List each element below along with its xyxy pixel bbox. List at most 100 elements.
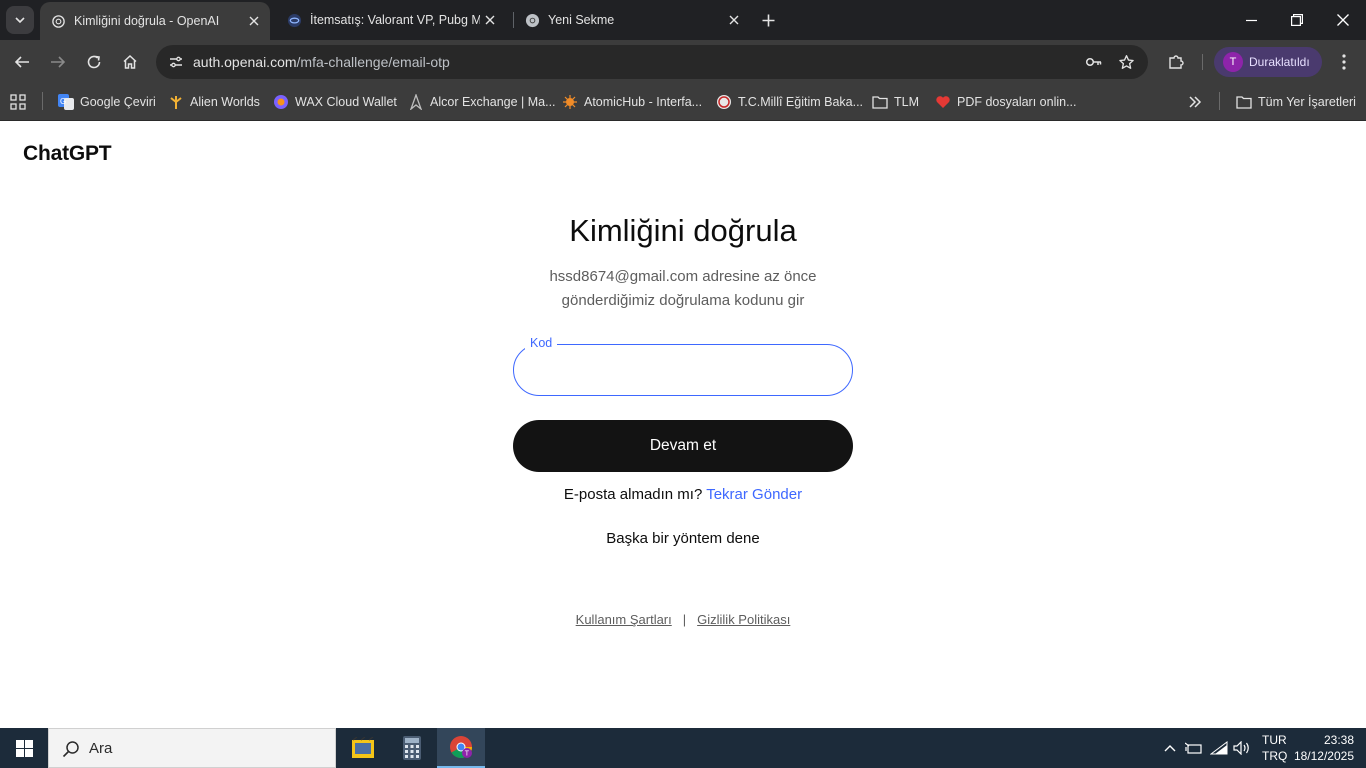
bookmark-pdf[interactable]: PDF dosyaları onlin...: [935, 91, 1077, 113]
close-tab-icon[interactable]: [724, 10, 744, 30]
forward-button[interactable]: [44, 48, 72, 76]
taskbar-app-calculator[interactable]: [388, 728, 436, 768]
new-tab-button[interactable]: [756, 8, 780, 32]
home-button[interactable]: [116, 48, 144, 76]
keyboard-layout: TRQ: [1262, 749, 1288, 763]
address-bar[interactable]: auth.openai.com/mfa-challenge/email-otp: [156, 45, 1148, 79]
profile-status: Duraklatıldı: [1249, 55, 1310, 69]
bookmark-alien-worlds[interactable]: Alien Worlds: [168, 91, 260, 113]
svg-text:G: G: [60, 97, 66, 106]
bookmark-label: Alcor Exchange | Ma...: [430, 95, 556, 109]
extensions-button[interactable]: [1162, 48, 1190, 76]
svg-text:T: T: [465, 751, 470, 758]
code-field-label: Kod: [525, 336, 558, 350]
tab-openai[interactable]: Kimliğini doğrula - OpenAI: [40, 2, 270, 40]
battery-icon[interactable]: [1184, 738, 1204, 758]
resend-row: E-posta almadın mı? Tekrar Gönder: [0, 486, 1366, 503]
site-info-icon[interactable]: [164, 50, 188, 74]
bookmark-label: PDF dosyaları onlin...: [957, 95, 1077, 109]
start-button[interactable]: [0, 728, 48, 768]
toolbar-divider: [1202, 54, 1203, 70]
apps-grid-icon: [10, 94, 26, 110]
bookmark-atomichub[interactable]: AtomicHub - Interfa...: [562, 91, 702, 113]
atomichub-icon: [562, 94, 578, 110]
avatar: T: [1223, 52, 1243, 72]
bookmark-label: WAX Cloud Wallet: [295, 95, 397, 109]
instruction-line-2: gönderdiğimiz doğrulama kodunu gir: [561, 292, 805, 309]
tab-title: İtemsatış: Valorant VP, Pubg Mobile: [310, 13, 480, 27]
restore-icon: [1291, 14, 1303, 26]
minimize-button[interactable]: [1228, 0, 1274, 40]
password-key-icon[interactable]: [1082, 50, 1106, 74]
chevron-up-icon: [1164, 745, 1176, 752]
wifi-icon[interactable]: [1209, 738, 1229, 758]
bookmark-google-translate[interactable]: G Google Çeviri: [58, 91, 156, 113]
search-icon: [61, 739, 81, 759]
bookmark-label: T.C.Millî Eğitim Baka...: [738, 95, 864, 109]
resend-link[interactable]: Tekrar Gönder: [706, 486, 802, 503]
terms-link[interactable]: Kullanım Şartları: [576, 612, 672, 627]
bookmark-label: AtomicHub - Interfa...: [584, 95, 703, 109]
windows-taskbar: Ara T TUR TRQ 23:38 18/12/2025: [0, 728, 1366, 768]
tab-title: Kimliğini doğrula - OpenAI: [74, 14, 220, 28]
url-path: /mfa-challenge/email-otp: [296, 54, 450, 70]
language-code: TUR: [1262, 733, 1287, 747]
close-tab-icon[interactable]: [480, 10, 500, 30]
bookmark-star-icon[interactable]: [1114, 50, 1138, 74]
footer-links: Kullanım Şartları | Gizlilik Politikası: [0, 612, 1366, 627]
chrome-menu-button[interactable]: [1330, 48, 1358, 76]
meb-icon: [716, 94, 732, 110]
page-title: Kimliğini doğrula: [569, 213, 797, 248]
wax-icon: [273, 94, 289, 110]
tab-title: Yeni Sekme: [548, 13, 615, 27]
double-chevron-right-icon: [1187, 94, 1203, 110]
search-placeholder: Ara: [89, 740, 113, 757]
bookmark-label: Alien Worlds: [190, 95, 260, 109]
try-another-method-button[interactable]: Başka bir yöntem dene: [0, 530, 1366, 547]
folder-icon: [1236, 94, 1252, 110]
reload-button[interactable]: [80, 48, 108, 76]
more-bookmarks-button[interactable]: [1187, 91, 1209, 113]
input-language-indicator[interactable]: TUR TRQ: [1262, 732, 1287, 764]
arrow-right-icon: [51, 56, 66, 68]
continue-button[interactable]: Devam et: [513, 420, 853, 472]
privacy-link[interactable]: Gizlilik Politikası: [697, 612, 790, 627]
bookmark-meb[interactable]: T.C.Millî Eğitim Baka...: [716, 91, 863, 113]
bookmark-folder-tlm[interactable]: TLM: [872, 91, 919, 113]
taskbar-search[interactable]: Ara: [48, 728, 336, 768]
back-button[interactable]: [8, 48, 36, 76]
show-hidden-icons-button[interactable]: [1160, 738, 1180, 758]
profile-button[interactable]: T Duraklatıldı: [1214, 47, 1322, 77]
instruction-line-1: hssd8674@gmail.com adresine az önce: [549, 268, 817, 285]
bookmark-alcor-exchange[interactable]: Alcor Exchange | Ma...: [408, 91, 556, 113]
tab-itemsatis[interactable]: İtemsatış: Valorant VP, Pubg Mobile: [276, 0, 506, 40]
bookmark-wax-cloud-wallet[interactable]: WAX Cloud Wallet: [273, 91, 397, 113]
chrome-icon: [524, 12, 540, 28]
volume-icon[interactable]: [1232, 738, 1252, 758]
code-input[interactable]: [530, 355, 834, 387]
bookmark-label: TLM: [894, 95, 919, 109]
alien-worlds-icon: [168, 94, 184, 110]
code-field[interactable]: [513, 344, 853, 396]
tab-new-tab[interactable]: Yeni Sekme: [514, 0, 750, 40]
tab-search-button[interactable]: [6, 6, 34, 34]
arrow-left-icon: [14, 56, 29, 68]
close-tab-icon[interactable]: [244, 11, 264, 31]
taskbar-clock[interactable]: 23:38 18/12/2025: [1292, 732, 1354, 764]
apps-button[interactable]: [10, 91, 32, 113]
url-host: auth.openai.com: [193, 54, 297, 70]
close-window-button[interactable]: [1320, 0, 1366, 40]
taskbar-app-media[interactable]: [339, 728, 387, 768]
chatgpt-logo[interactable]: ChatGPT: [23, 142, 112, 166]
taskbar-app-chrome[interactable]: T: [437, 728, 485, 768]
all-bookmarks-button[interactable]: Tüm Yer İşaretleri: [1236, 91, 1356, 113]
alcor-icon: [408, 94, 424, 110]
restore-button[interactable]: [1274, 0, 1320, 40]
heart-pdf-icon: [935, 94, 951, 110]
clock-date: 18/12/2025: [1293, 749, 1354, 763]
bookmark-label: Tüm Yer İşaretleri: [1258, 95, 1356, 109]
footer-separator: |: [682, 612, 687, 627]
bookmark-label: Google Çeviri: [80, 95, 156, 109]
instruction-text: hssd8674@gmail.com adresine az önce gönd…: [483, 265, 883, 313]
reload-icon: [87, 55, 101, 69]
